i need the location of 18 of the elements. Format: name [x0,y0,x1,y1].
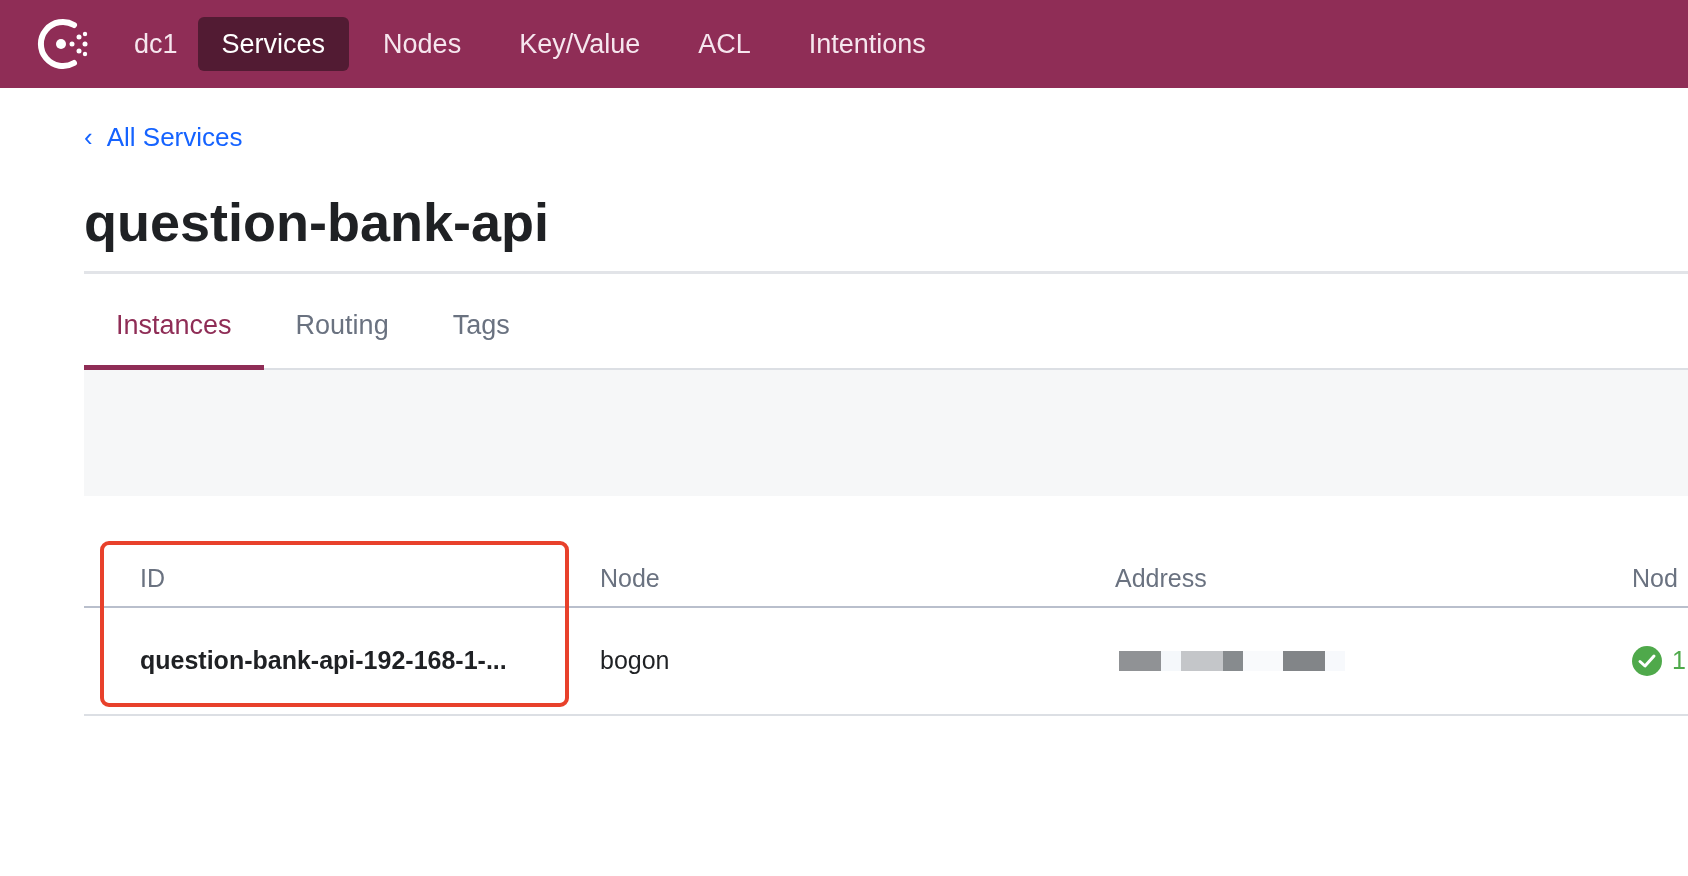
passing-check-icon [1632,646,1662,676]
tab[interactable]: Tags [420,286,542,370]
tab[interactable]: Routing [263,286,421,370]
table-cell: bogon [600,646,670,675]
column-header: Address [1115,564,1207,593]
nav-item[interactable]: Nodes [359,17,486,71]
datacenter-label[interactable]: dc1 [134,23,178,65]
nav-item[interactable]: ACL [674,17,775,71]
check-count: 1 [1672,645,1686,677]
nav-item[interactable]: Services [197,17,350,71]
nav-item[interactable]: Key/Value [495,17,665,71]
column-header: ID [140,564,165,593]
column-header: Nod [1632,564,1678,593]
table-cell[interactable]: question-bank-api-192-168-1-... [140,646,507,675]
column-header: Node [600,564,660,593]
back-link[interactable]: ‹ All Services [84,118,243,157]
page-title: question-bank-api [84,191,550,254]
nav-item[interactable]: Intentions [784,17,950,71]
